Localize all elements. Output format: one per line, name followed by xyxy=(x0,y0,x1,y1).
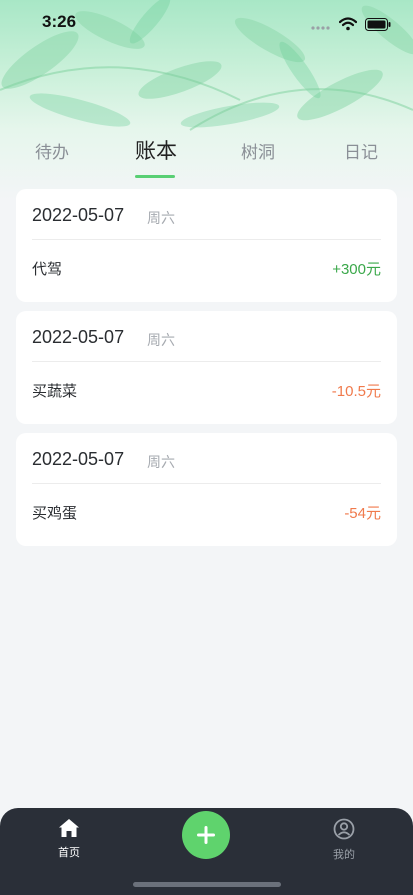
ledger-card[interactable]: 2022-05-07 周六 买蔬菜 -10.5元 xyxy=(16,311,397,424)
top-tabs: 待办 账本 树洞 日记 xyxy=(0,138,413,182)
tab-todo[interactable]: 待办 xyxy=(35,138,69,163)
entry-item: 买鸡蛋 xyxy=(32,504,78,522)
bottom-nav: 首页 我的 xyxy=(0,808,413,895)
entry-item: 买蔬菜 xyxy=(32,382,78,400)
nav-mine-label: 我的 xyxy=(333,848,355,861)
user-circle-icon xyxy=(333,818,355,844)
entry-weekday: 周六 xyxy=(147,211,175,227)
nav-home[interactable]: 首页 xyxy=(39,818,99,860)
add-entry-button[interactable] xyxy=(182,811,230,859)
plus-icon xyxy=(182,826,230,863)
entry-weekday: 周六 xyxy=(147,333,175,349)
divider xyxy=(32,239,381,240)
status-bar: 3:26 xyxy=(0,0,413,46)
status-time: 3:26 xyxy=(42,12,77,31)
signal-icon xyxy=(311,16,331,35)
entry-date: 2022-05-07 xyxy=(32,449,125,469)
entry-amount: -10.5元 xyxy=(331,383,381,400)
ledger-card[interactable]: 2022-05-07 周六 代驾 +300元 xyxy=(16,189,397,302)
active-tab-indicator xyxy=(135,175,175,178)
nav-home-label: 首页 xyxy=(58,846,80,859)
ledger-card[interactable]: 2022-05-07 周六 买鸡蛋 -54元 xyxy=(16,433,397,546)
entry-amount: -54元 xyxy=(344,505,381,522)
tab-ledger[interactable]: 账本 xyxy=(135,135,177,165)
entry-item: 代驾 xyxy=(32,260,63,278)
home-icon xyxy=(58,819,80,842)
tab-diary[interactable]: 日记 xyxy=(344,138,378,163)
battery-icon xyxy=(365,16,391,35)
tab-tree-hole[interactable]: 树洞 xyxy=(241,138,275,163)
entry-weekday: 周六 xyxy=(147,455,175,471)
entry-date: 2022-05-07 xyxy=(32,205,125,225)
entry-date: 2022-05-07 xyxy=(32,327,125,347)
home-indicator xyxy=(133,882,281,887)
entry-amount: +300元 xyxy=(332,261,381,278)
divider xyxy=(32,483,381,484)
wifi-icon xyxy=(338,16,358,35)
nav-mine[interactable]: 我的 xyxy=(314,818,374,862)
divider xyxy=(32,361,381,362)
